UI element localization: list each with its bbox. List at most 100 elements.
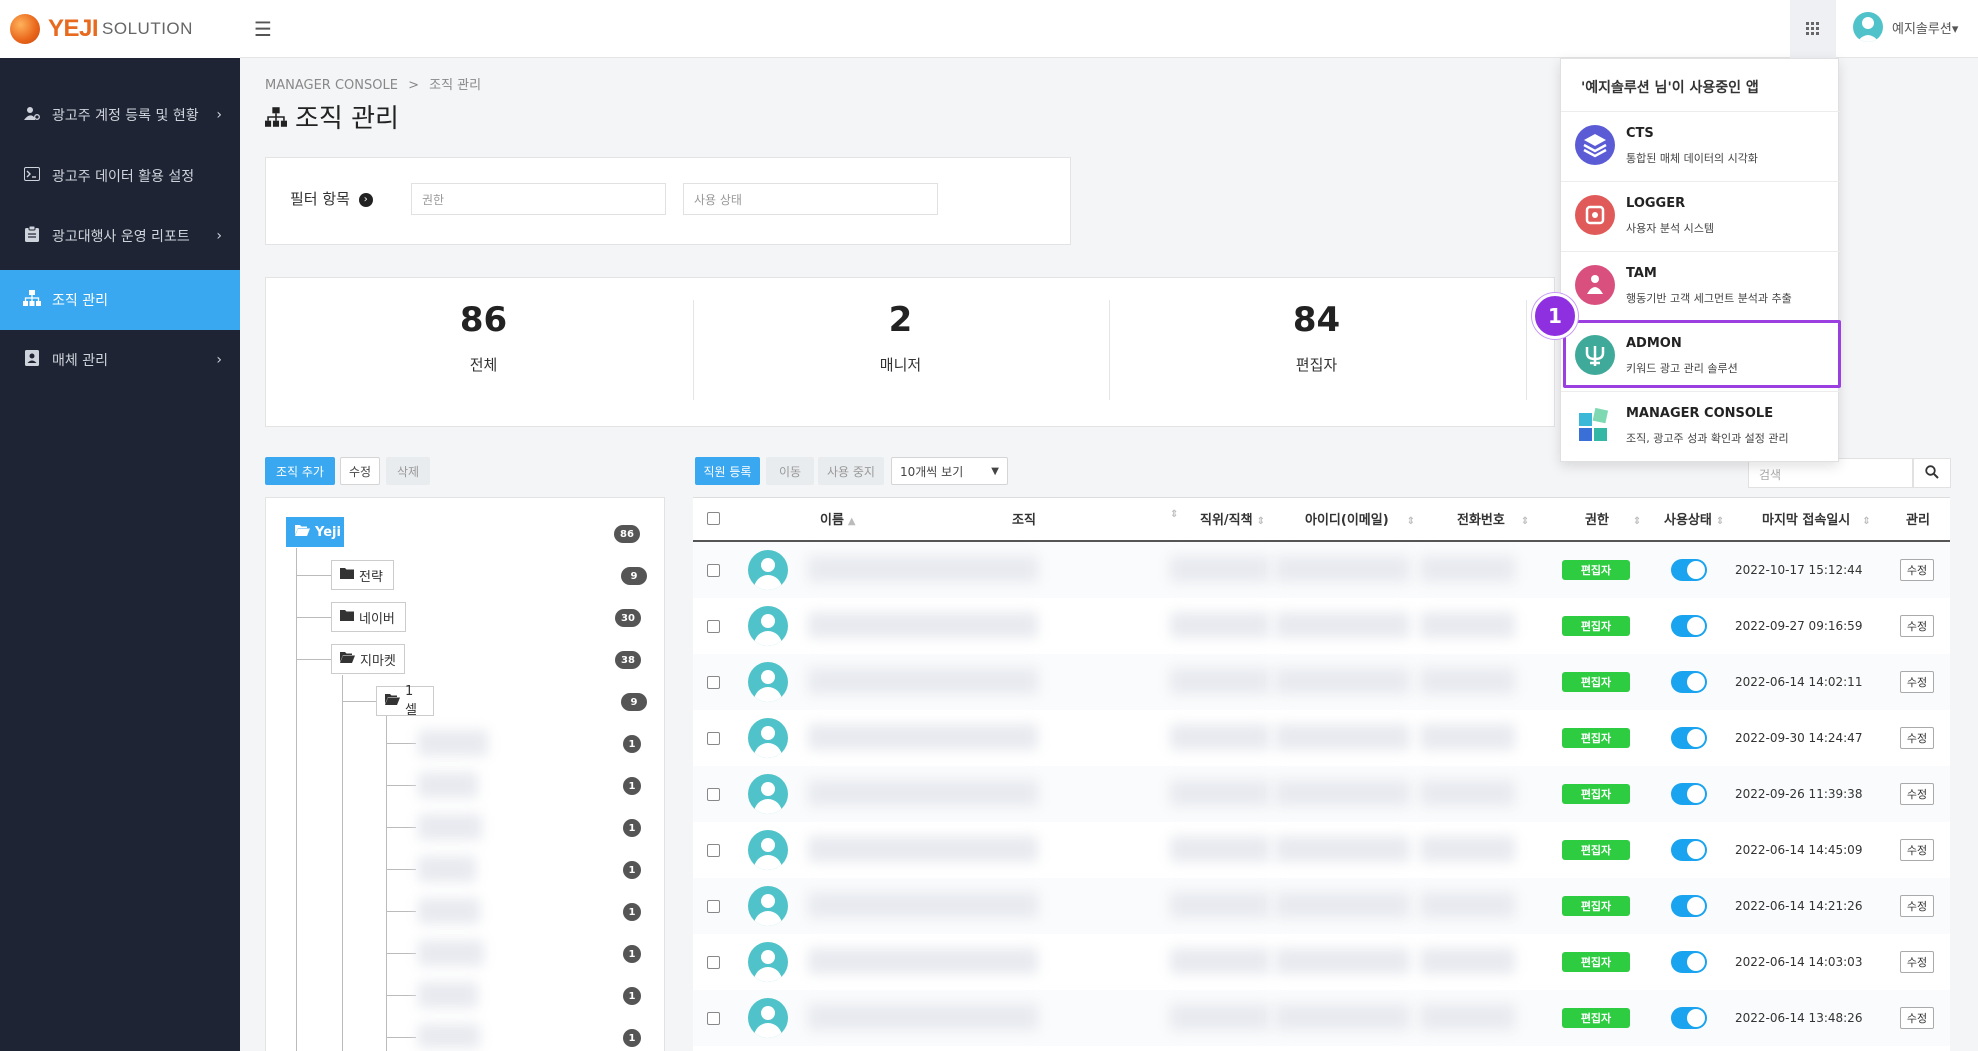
status-toggle[interactable] [1671, 895, 1707, 917]
redacted-position [1170, 556, 1270, 582]
app-item-logger[interactable]: LOGGER 사용자 분석 시스템 [1561, 181, 1840, 251]
status-toggle[interactable] [1671, 1007, 1707, 1029]
redacted-phone [1420, 556, 1515, 582]
redacted-position [1170, 780, 1270, 806]
app-item-cts[interactable]: CTS 통합된 매체 데이터의 시각화 [1561, 111, 1840, 181]
row-checkbox[interactable] [707, 1012, 720, 1025]
tree-count-badge: 38 [615, 651, 641, 669]
avatar [748, 998, 788, 1038]
edit-row-button[interactable]: 수정 [1900, 783, 1934, 805]
tree-node-gmarket[interactable]: 지마켓 [331, 644, 405, 674]
edit-row-button[interactable]: 수정 [1900, 895, 1934, 917]
sidebar-item-org-management[interactable]: 조직 관리 [0, 270, 240, 330]
select-all-checkbox[interactable] [707, 512, 720, 525]
register-staff-button[interactable]: 직원 등록 [695, 457, 760, 485]
avatar [748, 606, 788, 646]
hamburger-icon[interactable]: ☰ [254, 17, 272, 41]
logo[interactable]: YEJI SOLUTION [0, 0, 240, 58]
role-filter-input[interactable]: 권한 [411, 183, 666, 215]
col-role[interactable]: 권한 ⇕ [1585, 509, 1641, 528]
status-toggle[interactable] [1671, 839, 1707, 861]
status-filter-input[interactable]: 사용 상태 [683, 183, 938, 215]
edit-org-button[interactable]: 수정 [340, 457, 380, 485]
tree-connector [296, 659, 332, 660]
sidebar-item-data-settings[interactable]: 광고주 데이터 활용 설정 [0, 146, 240, 206]
edit-row-button[interactable]: 수정 [1900, 1007, 1934, 1029]
col-position[interactable]: 직위/직책 ⇕ [1200, 509, 1265, 528]
edit-row-button[interactable]: 수정 [1900, 615, 1934, 637]
page-title-text: 조직 관리 [295, 104, 399, 134]
redacted-email [1275, 556, 1410, 582]
edit-row-button[interactable]: 수정 [1900, 671, 1934, 693]
row-checkbox[interactable] [707, 788, 720, 801]
breadcrumb-root[interactable]: MANAGER CONSOLE [265, 78, 398, 93]
apps-grid-icon[interactable] [1790, 0, 1836, 58]
col-email[interactable]: 아이디(이메일) ⇕ [1305, 509, 1415, 528]
sidebar-item-advertiser-accounts[interactable]: 광고주 계정 등록 및 현황 › [0, 85, 240, 145]
tree-node-redacted[interactable] [418, 1024, 480, 1048]
user-menu[interactable]: 예지솔루션▾ [1892, 18, 1958, 37]
edit-row-button[interactable]: 수정 [1900, 839, 1934, 861]
delete-org-button[interactable]: 삭제 [386, 457, 430, 485]
col-last-login[interactable]: 마지막 접속일시 ⇕ [1762, 509, 1871, 528]
tree-node-redacted[interactable] [418, 772, 478, 798]
user-avatar[interactable] [1853, 12, 1883, 42]
status-toggle[interactable] [1671, 671, 1707, 693]
add-org-button[interactable]: 조직 추가 [265, 457, 335, 485]
tree-node-naver[interactable]: 네이버 [331, 602, 406, 632]
row-checkbox[interactable] [707, 620, 720, 633]
status-toggle[interactable] [1671, 783, 1707, 805]
col-label: 관리 [1906, 513, 1930, 528]
tree-node-redacted[interactable] [418, 730, 488, 756]
row-checkbox[interactable] [707, 676, 720, 689]
sidebar-item-media-management[interactable]: 매체 관리 › [0, 330, 240, 390]
redacted-phone [1420, 1004, 1515, 1030]
role-badge: 편집자 [1562, 952, 1630, 972]
edit-row-button[interactable]: 수정 [1900, 727, 1934, 749]
tree-node-strategy[interactable]: 전략 [331, 560, 394, 590]
row-checkbox[interactable] [707, 564, 720, 577]
status-toggle[interactable] [1671, 615, 1707, 637]
status-toggle[interactable] [1671, 951, 1707, 973]
tree-node-label: 1셀 [405, 684, 417, 718]
redacted-phone [1420, 836, 1515, 862]
tree-node-redacted[interactable] [418, 982, 478, 1008]
row-checkbox[interactable] [707, 732, 720, 745]
redacted-position [1170, 668, 1270, 694]
sort-icon[interactable]: ⇕ [1170, 509, 1178, 520]
tree-node-redacted[interactable] [418, 898, 480, 924]
edit-row-button[interactable]: 수정 [1900, 559, 1934, 581]
app-item-tam[interactable]: TAM 행동기반 고객 세그먼트 분석과 추출 [1561, 251, 1840, 321]
sidebar-item-agency-report[interactable]: 광고대행사 운영 리포트 › [0, 206, 240, 266]
suspend-button[interactable]: 사용 중지 [818, 457, 884, 485]
filter-label-text: 필터 항목 [290, 190, 350, 208]
page-size-select[interactable]: 10개씩 보기 ▼ [891, 457, 1008, 485]
sort-icon: ⇕ [1256, 516, 1265, 527]
move-button[interactable]: 이동 [766, 457, 814, 485]
tree-node-redacted[interactable] [418, 940, 484, 966]
status-toggle[interactable] [1671, 727, 1707, 749]
org-chart-icon [265, 106, 287, 127]
row-checkbox[interactable] [707, 900, 720, 913]
row-checkbox[interactable] [707, 956, 720, 969]
search-button[interactable] [1913, 458, 1951, 488]
tree-count-badge: 1 [623, 1029, 641, 1047]
status-toggle[interactable] [1671, 559, 1707, 581]
col-org[interactable]: 조직 [1012, 509, 1036, 528]
tree-count-badge: 1 [623, 861, 641, 879]
col-name[interactable]: 이름 ▲ [820, 509, 856, 528]
redacted-name-org [808, 780, 1038, 806]
tree-node-cell-1[interactable]: 1셀 [376, 684, 434, 718]
col-phone[interactable]: 전화번호 ⇕ [1457, 509, 1529, 528]
tree-node-root[interactable]: Yeji [286, 517, 344, 547]
edit-row-button[interactable]: 수정 [1900, 951, 1934, 973]
redacted-phone [1420, 612, 1515, 638]
avatar [748, 886, 788, 926]
row-checkbox[interactable] [707, 844, 720, 857]
role-badge: 편집자 [1562, 896, 1630, 916]
tree-node-redacted[interactable] [418, 856, 476, 882]
col-status[interactable]: 사용상태 ⇕ [1664, 509, 1724, 528]
tree-node-redacted[interactable] [418, 814, 482, 840]
app-item-manager-console[interactable]: MANAGER CONSOLE 조직, 광고주 성과 확인과 설정 관리 [1561, 391, 1840, 461]
search-input[interactable]: 검색 [1748, 458, 1913, 488]
